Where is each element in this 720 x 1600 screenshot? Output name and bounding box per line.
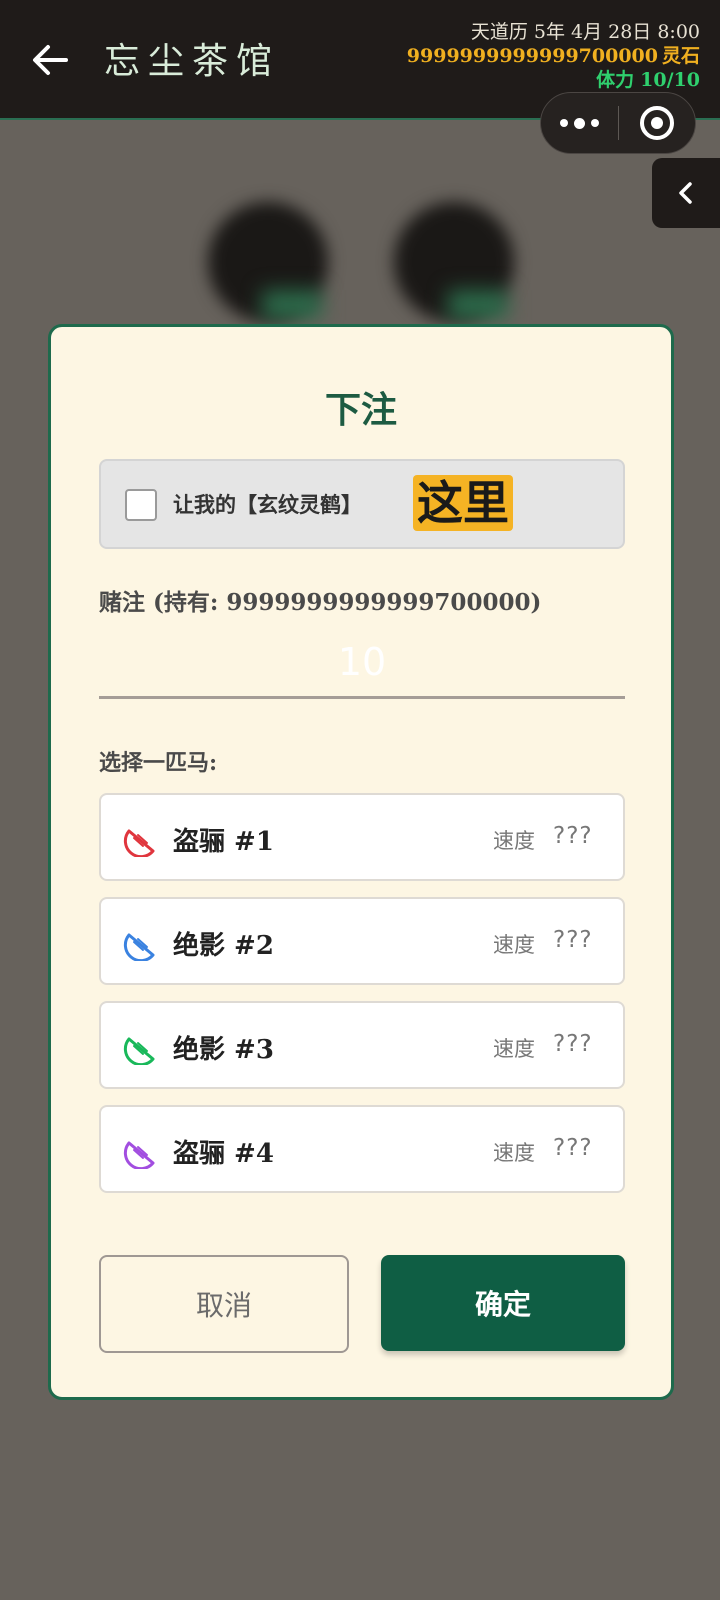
- horse-option-1[interactable]: 盗骊 #1 速度 ???: [99, 793, 625, 881]
- money-amount: 9999999999999700000: [406, 45, 658, 67]
- speed-value: ???: [553, 1135, 593, 1161]
- speed-label: 速度: [493, 1037, 535, 1061]
- game-date: 天道历 5年 4月 28日 8:00: [470, 21, 700, 43]
- chevron-left-icon: [679, 182, 692, 204]
- horse-option-2[interactable]: 绝影 #2 速度 ???: [99, 897, 625, 985]
- own-bird-checkbox[interactable]: [125, 489, 157, 521]
- horse-name: 盗骊 #4: [173, 1139, 274, 1169]
- money-unit: 灵石: [661, 45, 700, 67]
- horse-select-label: 选择一匹马:: [99, 750, 218, 776]
- stamina-label: 体力: [596, 69, 635, 91]
- horse-name: 绝影 #3: [173, 1035, 274, 1065]
- horse-option-3[interactable]: 绝影 #3 速度 ???: [99, 1001, 625, 1089]
- horse-icon: [123, 1141, 155, 1169]
- stamina-display: 体力 10/10: [407, 68, 700, 92]
- speed-label: 速度: [493, 1141, 535, 1165]
- speed-label: 速度: [493, 933, 535, 957]
- horse-icon: [123, 1037, 155, 1065]
- back-arrow-icon[interactable]: [28, 38, 72, 82]
- bet-amount-input[interactable]: [99, 627, 625, 699]
- confirm-button[interactable]: 确定: [381, 1255, 625, 1351]
- speed-label: 速度: [493, 829, 535, 853]
- money-display: 9999999999999700000 灵石: [407, 44, 700, 68]
- close-target-icon[interactable]: [619, 92, 695, 154]
- highlight-annotation: 这里: [413, 475, 513, 531]
- dialog-title: 下注: [324, 389, 397, 431]
- background-glow: [448, 290, 508, 320]
- horse-icon: [123, 829, 155, 857]
- miniprogram-capsule: [540, 92, 696, 154]
- speed-value: ???: [553, 823, 593, 849]
- own-bird-option[interactable]: 让我的【玄纹灵鹤】 这里: [99, 459, 625, 549]
- speed-value: ???: [553, 927, 593, 953]
- page-title: 忘尘茶馆: [104, 41, 281, 82]
- cancel-button[interactable]: 取消: [99, 1255, 349, 1353]
- background-glow: [262, 290, 322, 320]
- bet-amount-label: 赌注 (持有: 9999999999999700000): [99, 589, 542, 616]
- bet-dialog: 下注 让我的【玄纹灵鹤】 这里 赌注 (持有: 9999999999999700…: [48, 324, 674, 1400]
- horse-name: 盗骊 #1: [173, 827, 274, 857]
- side-panel-toggle[interactable]: [652, 158, 720, 228]
- stamina-value: 10/10: [640, 69, 700, 91]
- more-dots-icon[interactable]: [541, 92, 618, 154]
- horse-icon: [123, 933, 155, 961]
- speed-value: ???: [553, 1031, 593, 1057]
- status-panel: 天道历 5年 4月 28日 8:00 9999999999999700000 灵石…: [407, 20, 700, 92]
- horse-option-4[interactable]: 盗骊 #4 速度 ???: [99, 1105, 625, 1193]
- horse-name: 绝影 #2: [173, 931, 274, 961]
- own-bird-label: 让我的【玄纹灵鹤】: [173, 492, 362, 517]
